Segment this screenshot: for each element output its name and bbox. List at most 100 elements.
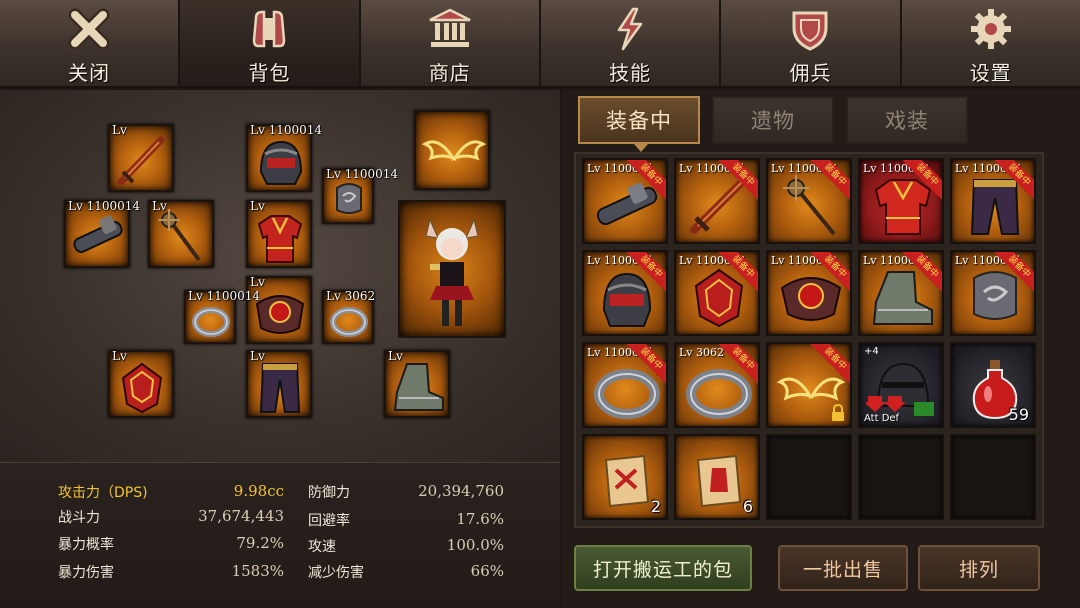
inventory-item[interactable]: Lv 1100008 装备中 bbox=[858, 158, 944, 244]
stat-label: 减少伤害 bbox=[308, 565, 364, 581]
stat-value: 1583% bbox=[231, 562, 284, 580]
inventory-item[interactable]: Lv 1100008 装备中 bbox=[766, 250, 852, 336]
inventory-item[interactable]: Lv 1100004 装备中 bbox=[674, 158, 760, 244]
tab-mercenary[interactable]: 佣兵 bbox=[721, 0, 902, 86]
ring-icon bbox=[192, 307, 230, 337]
inventory-item[interactable]: 59 bbox=[950, 342, 1036, 428]
mace-icon bbox=[158, 209, 201, 262]
equip-slot-offhand[interactable]: Lv 1100014 bbox=[64, 199, 140, 268]
inventory-item[interactable]: 6 bbox=[674, 434, 760, 520]
tab-costume[interactable]: 戏装 bbox=[846, 96, 968, 144]
wings-icon bbox=[421, 140, 487, 162]
stat-label: 暴力概率 bbox=[58, 537, 114, 553]
stat-row: 防御力 20,394,760 bbox=[308, 482, 504, 506]
stat-value: 9.98cc bbox=[233, 482, 284, 500]
stat-row: 攻击力（DPS) 9.98cc bbox=[58, 482, 284, 506]
lightning-icon bbox=[603, 2, 657, 55]
stat-row: 战斗力 37,674,443 bbox=[58, 507, 284, 531]
sort-button[interactable]: 排列 bbox=[918, 545, 1040, 591]
sword-icon bbox=[117, 136, 165, 186]
slot-level: Lv bbox=[152, 199, 167, 213]
item-count: 2 bbox=[650, 497, 661, 516]
inventory-empty-slot[interactable] bbox=[858, 434, 944, 520]
stat-row: 攻速 100.0% bbox=[308, 536, 504, 560]
inventory-item[interactable]: 2 bbox=[582, 434, 668, 520]
equip-slot-pauldron[interactable]: Lv bbox=[246, 275, 312, 344]
equip-slot-wings[interactable] bbox=[414, 110, 490, 190]
bulk-sell-button[interactable]: 一批出售 bbox=[778, 545, 908, 591]
slot-level: Lv 1100014 bbox=[68, 199, 141, 213]
tab-pointer bbox=[634, 144, 648, 152]
equip-slot-helmet[interactable]: Lv 1100014 bbox=[246, 123, 322, 192]
stat-label: 暴力伤害 bbox=[58, 565, 114, 581]
slot-level: Lv bbox=[250, 275, 265, 289]
stat-label: 攻击力（DPS) bbox=[58, 485, 148, 501]
inventory-item[interactable]: Lv 1100014 装备中 bbox=[950, 250, 1036, 336]
item-count: 59 bbox=[1008, 405, 1029, 424]
equip-slot-ring-1[interactable]: Lv 1100014 bbox=[184, 289, 260, 344]
tab-skills-label: 技能 bbox=[609, 61, 652, 85]
att-def-label: Att Def bbox=[864, 413, 899, 424]
inventory-item[interactable]: +4 Att Def bbox=[858, 342, 944, 428]
inventory-item[interactable]: Lv 1100006 装备中 bbox=[674, 250, 760, 336]
slot-level: Lv 1100014 bbox=[326, 167, 399, 181]
inventory-item[interactable]: Lv 1100014 装备中 bbox=[582, 342, 668, 428]
stat-label: 回避率 bbox=[308, 513, 350, 529]
equip-slot-chest-guard[interactable]: Lv bbox=[108, 349, 174, 418]
shop-icon bbox=[423, 2, 477, 55]
equip-slot-mace[interactable]: Lv bbox=[148, 199, 214, 268]
slot-level: Lv bbox=[250, 349, 265, 363]
stat-row: 暴力概率 79.2% bbox=[58, 534, 284, 558]
tab-backpack[interactable]: 背包 bbox=[180, 0, 361, 86]
inventory-empty-slot[interactable] bbox=[766, 434, 852, 520]
close-icon bbox=[62, 2, 116, 55]
inventory-item[interactable]: Lv 1100006 装备中 bbox=[766, 158, 852, 244]
character-icon bbox=[425, 218, 479, 326]
stat-label: 攻速 bbox=[308, 539, 336, 555]
def-label: Def bbox=[881, 413, 900, 424]
inventory-item[interactable]: Lv 3062 装备中 bbox=[674, 342, 760, 428]
stat-row: 减少伤害 66% bbox=[308, 562, 504, 586]
stat-value: 66% bbox=[470, 562, 504, 580]
red-armor-icon bbox=[257, 215, 303, 263]
inventory-item[interactable]: Lv 1100014 装备中 bbox=[582, 158, 668, 244]
slot-level: Lv 1100014 bbox=[188, 289, 261, 303]
stat-row: 暴力伤害 1583% bbox=[58, 562, 284, 586]
equip-slot-armor[interactable]: Lv bbox=[246, 199, 312, 268]
character-portrait[interactable] bbox=[398, 200, 506, 338]
tab-relics[interactable]: 遗物 bbox=[712, 96, 834, 144]
stat-value: 20,394,760 bbox=[418, 482, 504, 500]
tab-close[interactable]: 关闭 bbox=[0, 0, 181, 86]
inventory-item[interactable]: 装备中 bbox=[766, 342, 852, 428]
equip-slot-weapon[interactable]: Lv bbox=[108, 123, 174, 192]
inventory-item[interactable]: Lv 1100014 装备中 bbox=[582, 250, 668, 336]
stat-value: 100.0% bbox=[446, 536, 504, 554]
inventory-empty-slot[interactable] bbox=[950, 434, 1036, 520]
tab-settings[interactable]: 设置 bbox=[901, 0, 1080, 86]
slot-level: Lv 1100014 bbox=[250, 123, 323, 137]
equip-slot-pants[interactable]: Lv bbox=[246, 349, 312, 418]
equip-slot-boots[interactable]: Lv bbox=[384, 349, 450, 418]
item-enhance-level: +4 bbox=[864, 346, 879, 357]
ring-icon bbox=[330, 307, 368, 337]
slot-level: Lv bbox=[388, 349, 403, 363]
equip-slot-bracer[interactable]: Lv 1100014 bbox=[322, 167, 398, 224]
cannon-icon bbox=[73, 215, 123, 253]
open-porter-bag-button[interactable]: 打开搬运工的包 bbox=[574, 545, 752, 591]
inventory-item[interactable]: Lv 1100006 装备中 bbox=[950, 158, 1036, 244]
tab-equipped[interactable]: 装备中 bbox=[578, 96, 700, 144]
tab-skills[interactable]: 技能 bbox=[540, 0, 722, 86]
item-level: Lv 3062 bbox=[679, 346, 725, 359]
gear-icon bbox=[964, 2, 1018, 55]
stat-label: 防御力 bbox=[308, 485, 350, 501]
equip-slot-ring-2[interactable]: Lv 3062 bbox=[322, 289, 375, 344]
tab-close-label: 关闭 bbox=[68, 61, 111, 85]
boots-icon bbox=[393, 363, 444, 411]
tab-shop[interactable]: 商店 bbox=[360, 0, 541, 86]
item-count: 6 bbox=[742, 497, 753, 516]
inventory-item[interactable]: Lv 1100008 装备中 bbox=[858, 250, 944, 336]
tab-settings-label: 设置 bbox=[969, 61, 1012, 85]
pants-icon bbox=[259, 363, 301, 413]
tab-backpack-label: 背包 bbox=[248, 61, 291, 85]
slot-level: Lv bbox=[112, 123, 127, 137]
